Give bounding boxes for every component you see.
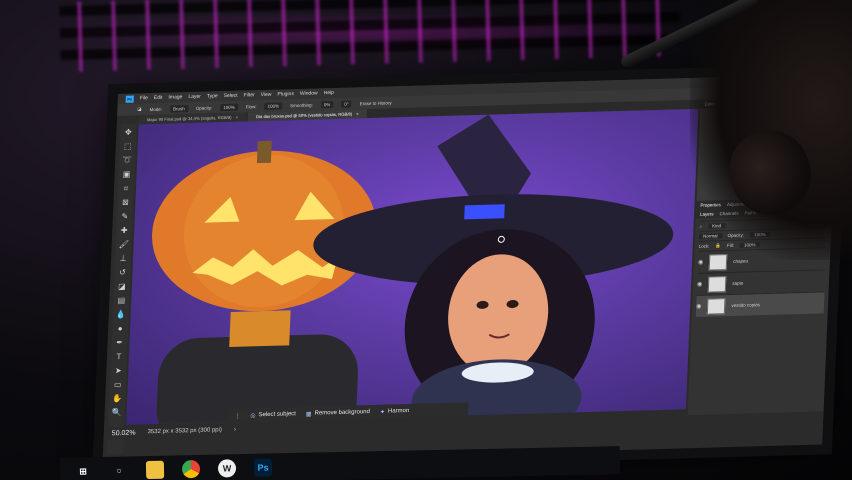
chevron-right-icon[interactable]: › bbox=[234, 427, 236, 433]
menu-type[interactable]: Type bbox=[207, 93, 218, 99]
gradient-tool-icon[interactable]: ▤ bbox=[116, 296, 126, 306]
photo-scene: Ps File Edit Image Layer Type Select Fil… bbox=[0, 0, 852, 480]
lasso-tool-icon[interactable]: ➰ bbox=[122, 156, 132, 166]
menu-filter[interactable]: Filter bbox=[243, 92, 254, 98]
select-subject-icon: ◎ bbox=[250, 412, 256, 419]
wacom-icon[interactable]: W bbox=[217, 459, 237, 478]
layer-name: vestido copias bbox=[731, 302, 761, 308]
pen-tool-icon[interactable]: ✒ bbox=[114, 338, 124, 348]
menu-plugins[interactable]: Plugins bbox=[277, 91, 294, 97]
search-icon[interactable]: ○ bbox=[110, 461, 128, 479]
backlit-keyboard bbox=[59, 0, 681, 73]
frame-tool-icon[interactable]: ⊠ bbox=[120, 198, 130, 208]
menu-view[interactable]: View bbox=[261, 92, 272, 98]
flow-label: Flow: bbox=[245, 103, 257, 109]
windows-start-icon[interactable]: ⊞ bbox=[74, 462, 92, 480]
layer-thumbnail bbox=[708, 275, 727, 293]
rectangle-tool-icon[interactable]: ▭ bbox=[113, 380, 123, 390]
layer-name: sapto bbox=[732, 280, 744, 286]
crop-tool-icon[interactable]: ⌗ bbox=[121, 184, 131, 194]
menu-edit[interactable]: Edit bbox=[154, 95, 163, 101]
history-brush-tool-icon[interactable]: ↺ bbox=[117, 268, 127, 278]
artwork bbox=[152, 114, 674, 425]
mode-select[interactable]: Brush bbox=[169, 104, 188, 113]
brush-tool-icon[interactable]: 🖌 bbox=[118, 240, 129, 250]
eraser-tool-icon[interactable]: ◪ bbox=[137, 106, 141, 112]
menu-select[interactable]: Select bbox=[224, 93, 238, 99]
mode-label: Mode: bbox=[149, 106, 163, 112]
eraser-tool-icon[interactable]: ◪ bbox=[117, 282, 127, 292]
stamp-tool-icon[interactable]: ⊥ bbox=[118, 254, 128, 264]
erase-to-history-checkbox[interactable]: Erase to History bbox=[360, 100, 392, 106]
flow-field[interactable]: 100% bbox=[264, 101, 283, 110]
photoshop-logo-icon[interactable]: Ps bbox=[125, 95, 134, 103]
dodge-tool-icon[interactable]: ● bbox=[115, 324, 125, 334]
close-icon[interactable]: × bbox=[356, 111, 359, 116]
smoothing-field[interactable]: 0% bbox=[320, 100, 334, 108]
eye-icon[interactable]: ◉ bbox=[697, 281, 703, 288]
move-tool-icon[interactable]: ✥ bbox=[123, 128, 133, 138]
hat-buckle bbox=[464, 204, 505, 220]
healing-tool-icon[interactable]: ✚ bbox=[119, 226, 129, 236]
photoshop-taskbar-icon[interactable]: Ps bbox=[253, 458, 273, 477]
harmonize-icon: ✦ bbox=[379, 409, 386, 416]
character-neck bbox=[229, 310, 291, 347]
layer-thumbnail bbox=[707, 297, 726, 315]
type-tool-icon[interactable]: T bbox=[114, 352, 124, 362]
select-subject-button[interactable]: ◎ Select subject bbox=[250, 411, 296, 419]
close-icon[interactable]: × bbox=[236, 115, 239, 120]
select-subject-label: Select subject bbox=[258, 411, 297, 419]
menu-file[interactable]: File bbox=[140, 95, 148, 101]
harmonize-button[interactable]: ✦ Harmon bbox=[380, 407, 410, 415]
smoothing-label: Smoothing: bbox=[290, 102, 313, 108]
zoom-level[interactable]: 50.02% bbox=[112, 429, 136, 437]
remove-background-button[interactable]: ▦ Remove background bbox=[305, 409, 371, 418]
object-select-tool-icon[interactable]: ▣ bbox=[121, 170, 131, 180]
opacity-label: Opacity: bbox=[195, 104, 213, 111]
menu-layer[interactable]: Layer bbox=[188, 94, 201, 100]
path-select-tool-icon[interactable]: ➤ bbox=[113, 366, 123, 376]
menu-window[interactable]: Window bbox=[300, 90, 318, 97]
harmonize-label: Harmon bbox=[387, 407, 410, 415]
remove-background-label: Remove background bbox=[314, 409, 371, 417]
hand-tool-icon[interactable]: ✋ bbox=[112, 394, 122, 404]
marquee-tool-icon[interactable]: ⬚ bbox=[123, 142, 133, 152]
remove-background-icon: ▦ bbox=[305, 411, 312, 418]
pumpkin-stem bbox=[256, 140, 272, 164]
opacity-field[interactable]: 100% bbox=[220, 103, 239, 111]
drag-handle-icon[interactable]: ⋮ bbox=[234, 412, 240, 419]
eye-icon[interactable]: ◉ bbox=[696, 303, 702, 310]
document-size: 3532 px x 3532 px (300 ppi) bbox=[147, 427, 222, 436]
layer-row[interactable]: ◉ vestido copias bbox=[695, 291, 825, 317]
blur-tool-icon[interactable]: 💧 bbox=[116, 310, 126, 320]
tab-label: Major 90 Final.psd @ 34,4% (sagulis, RGB… bbox=[146, 114, 232, 123]
angle-field[interactable]: 0° bbox=[341, 99, 352, 108]
document-canvas[interactable] bbox=[126, 108, 699, 425]
zoom-tool-icon[interactable]: 🔍 bbox=[111, 408, 121, 418]
menu-help[interactable]: Help bbox=[324, 90, 335, 96]
eyedropper-tool-icon[interactable]: ✎ bbox=[120, 212, 130, 222]
file-explorer-icon[interactable] bbox=[145, 460, 165, 480]
menu-image[interactable]: Image bbox=[168, 94, 182, 100]
chrome-icon[interactable] bbox=[181, 459, 201, 479]
